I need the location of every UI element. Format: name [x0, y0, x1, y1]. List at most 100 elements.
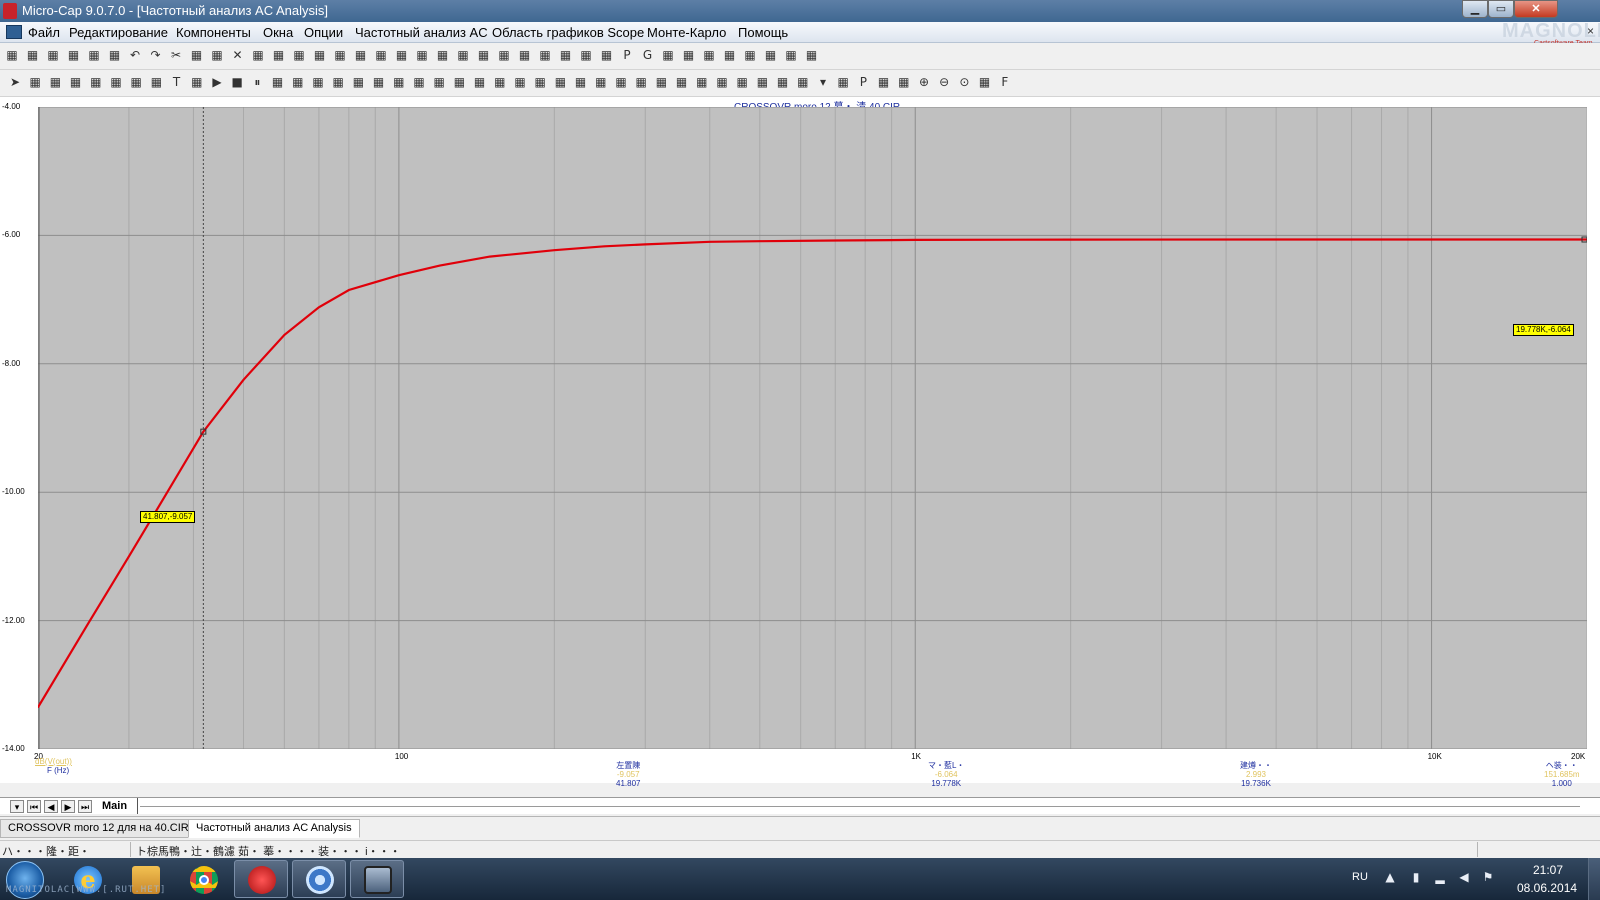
line-icon[interactable]: ▦ [271, 75, 285, 89]
table-icon[interactable]: ▦ [836, 75, 850, 89]
cut-icon[interactable]: ✂ [169, 48, 183, 62]
nav-next-button[interactable]: ▶ [61, 800, 75, 813]
inflection-icon[interactable]: ▦ [675, 75, 689, 89]
numeric-icon[interactable]: ▦ [702, 48, 716, 62]
inductor-icon[interactable]: ▦ [354, 48, 368, 62]
wire-tool-icon[interactable]: ▦ [28, 75, 42, 89]
minimize-button[interactable]: ▁ [1462, 0, 1488, 18]
taskbar-microcap[interactable] [234, 860, 288, 898]
diode-icon[interactable]: ▦ [374, 48, 388, 62]
menu-edit[interactable]: Редактирование [69, 25, 168, 40]
dropdown-icon[interactable]: ▾ [816, 75, 830, 89]
left-cursor-tag[interactable]: 41.807,-9.057 [140, 511, 196, 523]
global-high-icon[interactable]: ▦ [695, 75, 709, 89]
npn-icon[interactable]: ▦ [436, 48, 450, 62]
right-cursor-tag[interactable]: 19.778K,-6.064 [1513, 324, 1574, 336]
split-icon[interactable]: ▦ [579, 48, 593, 62]
cursor-right-icon[interactable]: ▦ [897, 75, 911, 89]
left-cursor-icon[interactable]: ▦ [574, 75, 588, 89]
trace-icon[interactable]: ▦ [129, 75, 143, 89]
tile-horizontal-icon[interactable]: ▦ [497, 48, 511, 62]
minor-grid-icon[interactable]: ▦ [331, 75, 345, 89]
text-icon[interactable]: ▦ [784, 48, 798, 62]
run-icon[interactable]: ▶ [210, 75, 224, 89]
zoom-out-icon[interactable]: ⊖ [937, 75, 951, 89]
source-icon[interactable]: ▦ [415, 48, 429, 62]
chip-icon[interactable]: ▦ [796, 75, 810, 89]
zoom-in-icon[interactable]: ⊕ [917, 75, 931, 89]
resistor-icon[interactable]: ▦ [313, 48, 327, 62]
hand-icon[interactable]: ▦ [978, 75, 992, 89]
scale-icon[interactable]: ▦ [69, 75, 83, 89]
panel1-icon[interactable]: ▦ [351, 75, 365, 89]
copy-icon[interactable]: ▦ [190, 48, 204, 62]
high-icon[interactable]: ▦ [513, 75, 527, 89]
paste-icon[interactable]: ▦ [210, 48, 224, 62]
chart-svg[interactable] [38, 107, 1587, 749]
limits-icon[interactable]: ▦ [109, 75, 123, 89]
tab-circuit[interactable]: CROSSOVR moro 12 для на 40.CIR [0, 819, 197, 838]
nav-first-button[interactable]: ⏮ [27, 800, 41, 813]
top-icon[interactable]: ▦ [755, 75, 769, 89]
ground-icon[interactable]: ▦ [292, 48, 306, 62]
taskbar-settings[interactable] [292, 860, 346, 898]
taskbar-chrome[interactable] [176, 860, 230, 898]
global-low-icon[interactable]: ▦ [715, 75, 729, 89]
menu-monte-carlo[interactable]: Монте-Карло [647, 25, 726, 40]
pen-icon[interactable]: ▦ [743, 48, 757, 62]
info-icon[interactable]: ▦ [805, 48, 819, 62]
p-tag-icon[interactable]: P [856, 75, 870, 89]
export-icon[interactable]: ▦ [190, 75, 204, 89]
menu-help[interactable]: Помощь [738, 25, 788, 40]
panel4-icon[interactable]: ▦ [412, 75, 426, 89]
battery-icon[interactable]: ▦ [395, 48, 409, 62]
menu-scope[interactable]: Область графиков Scope [492, 25, 644, 40]
clock-time[interactable]: 21:07 [1533, 863, 1563, 877]
language-indicator[interactable]: RU [1352, 871, 1368, 883]
clock-date[interactable]: 08.06.2014 [1517, 881, 1577, 895]
tile-vertical-icon[interactable]: ▦ [518, 48, 532, 62]
trace-legend[interactable]: dB(V(out)) [35, 757, 72, 766]
menu-options[interactable]: Опции [304, 25, 343, 40]
low-icon[interactable]: ▦ [533, 75, 547, 89]
peak-curs-icon[interactable]: ▦ [614, 75, 628, 89]
capacitor-icon[interactable]: ▦ [333, 48, 347, 62]
arrow-icon[interactable]: ▦ [291, 75, 305, 89]
taskbar-camera[interactable] [350, 860, 404, 898]
calculator-icon[interactable]: ▦ [600, 48, 614, 62]
cursor-left-icon[interactable]: ▦ [877, 75, 891, 89]
netlist-icon[interactable]: ▦ [682, 48, 696, 62]
volume-icon[interactable]: ◀ [1457, 870, 1471, 884]
scope-icon[interactable]: ▦ [764, 48, 778, 62]
network-icon[interactable]: ▂ [1433, 870, 1447, 884]
cascade-icon[interactable]: ▦ [538, 48, 552, 62]
bottom-icon[interactable]: ▦ [776, 75, 790, 89]
menu-windows[interactable]: Окна [263, 25, 293, 40]
grid-icon[interactable]: ▦ [311, 75, 325, 89]
undo-icon[interactable]: ↶ [128, 48, 142, 62]
nav-prev-button[interactable]: ◀ [44, 800, 58, 813]
tray-up-arrow-icon[interactable]: ▲ [1383, 870, 1397, 884]
range-icon[interactable]: ▦ [89, 75, 103, 89]
peak-icon[interactable]: ▦ [473, 75, 487, 89]
nav-last-button[interactable]: ⏭ [78, 800, 92, 813]
select-all-icon[interactable]: ▦ [251, 48, 265, 62]
redo-icon[interactable]: ↷ [149, 48, 163, 62]
delete-icon[interactable]: ✕ [231, 48, 245, 62]
right-cursor-icon[interactable]: ▦ [594, 75, 608, 89]
show-desktop-button[interactable] [1588, 858, 1600, 900]
menu-file[interactable]: Файл [28, 25, 60, 40]
stop-icon[interactable]: ■ [230, 75, 244, 89]
new-icon[interactable]: ▦ [5, 48, 19, 62]
valley-icon[interactable]: ▦ [493, 75, 507, 89]
tab-ac-analysis[interactable]: Частотный анализ AC Analysis [188, 819, 360, 838]
open-icon[interactable]: ▦ [26, 48, 40, 62]
document-icon[interactable] [6, 25, 22, 39]
switch-icon[interactable]: ▦ [477, 48, 491, 62]
menu-components[interactable]: Компоненты [176, 25, 251, 40]
p-icon[interactable]: P [620, 48, 634, 62]
text-tool-icon[interactable]: T [170, 75, 184, 89]
g-icon[interactable]: G [641, 48, 655, 62]
step-icon[interactable]: ▦ [48, 75, 62, 89]
page-tab-main[interactable]: Main [96, 798, 139, 814]
